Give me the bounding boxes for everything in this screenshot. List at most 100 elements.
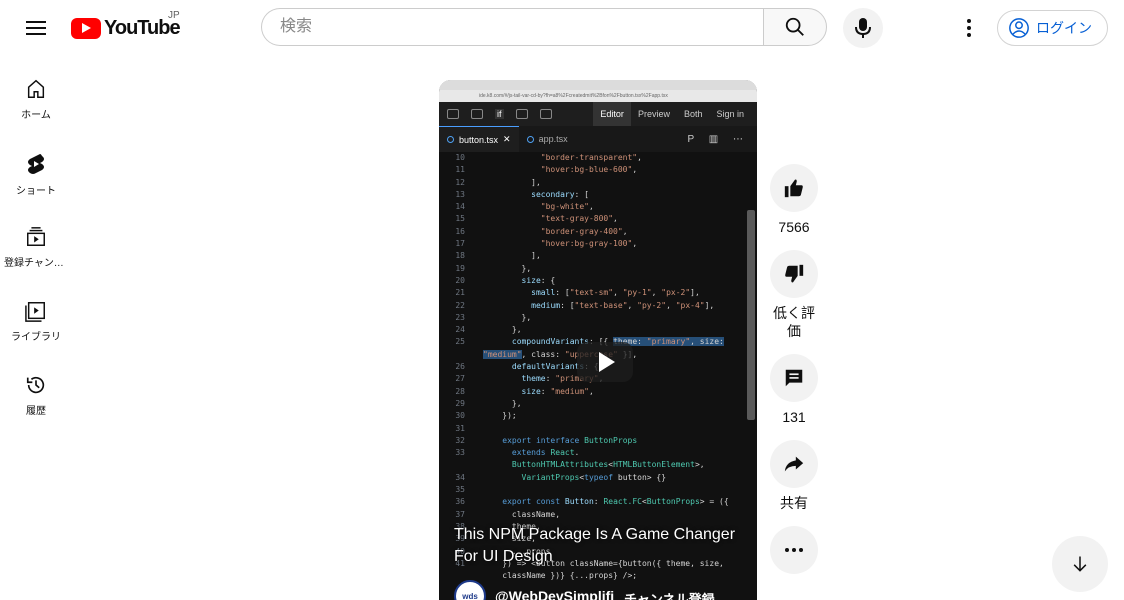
line-number: 33	[455, 448, 465, 458]
sidebar-item-subscriptions[interactable]: 登録チャンネル	[0, 212, 72, 286]
line-number: 36	[455, 497, 465, 507]
sign-in-tab: Sign in	[716, 109, 744, 119]
top-bar: YouTube JP ログイン	[0, 0, 1124, 56]
play-button[interactable]	[577, 342, 633, 382]
sidebar-item-shorts[interactable]: ショート	[0, 138, 72, 212]
code-line: 31	[439, 423, 745, 435]
editor-actions-icon: P ▥ ⋯	[687, 133, 749, 145]
thumbs-up-icon	[784, 179, 803, 198]
file-tabs: button.tsx ✕ app.tsx P ▥ ⋯	[439, 126, 757, 152]
code-line: ButtonHTMLAttributes<HTMLButtonElement>,	[439, 459, 745, 471]
code-line: 23 },	[439, 312, 745, 324]
video-title: This NPM Package Is A Game Changer For U…	[454, 526, 736, 565]
sidebar-item-home[interactable]: ホーム	[0, 64, 72, 138]
sidebar: ホーム ショート 登録チャンネル ライブラリ 履歴	[0, 64, 72, 434]
line-number: 21	[455, 288, 465, 298]
code-line: 22 medium: ["text-base", "py-2", "px-4"]…	[439, 300, 745, 312]
sidebar-item-label: ホーム	[21, 110, 51, 121]
code-text: ],	[483, 251, 541, 261]
code-text: secondary: [	[531, 189, 589, 199]
file-tab-label: app.tsx	[538, 134, 568, 144]
react-icon	[447, 136, 454, 143]
settings-more-button[interactable]	[953, 12, 985, 44]
library-icon	[25, 302, 45, 322]
code-text: },	[483, 325, 522, 335]
dislike-button[interactable]	[770, 250, 818, 298]
code-text: "hover:bg-blue-600",	[540, 165, 638, 175]
line-number: 26	[455, 362, 465, 372]
code-text: "hover:bg-gray-100",	[540, 239, 638, 249]
like-button[interactable]	[770, 164, 818, 212]
comments-action: 131	[768, 354, 820, 426]
line-number: 27	[455, 374, 465, 384]
dislike-action: 低く評価	[768, 250, 820, 340]
like-action: 7566	[768, 164, 820, 236]
microphone-icon	[855, 18, 871, 38]
sidebar-item-label: 履歴	[26, 406, 46, 417]
more-action	[768, 526, 820, 574]
browser-chrome: ide.k8.com/#/js-tail-var-cd-by?fh=a8%2Fc…	[439, 80, 757, 102]
code-text: "border-transparent",	[540, 153, 642, 162]
code-line: 29 },	[439, 398, 745, 410]
search-box	[261, 8, 763, 46]
browser-address: ide.k8.com/#/js-tail-var-cd-by?fh=a8%2Fc…	[479, 93, 668, 99]
react-icon	[526, 135, 534, 143]
code-line: 11 "hover:bg-blue-600",	[439, 164, 745, 176]
line-number: 31	[455, 423, 465, 433]
code-text: ],	[483, 177, 541, 187]
line-number: 10	[455, 153, 465, 162]
code-line: 10 "border-transparent",	[439, 152, 745, 164]
channel-avatar: wds	[454, 580, 486, 600]
like-count: 7566	[778, 219, 810, 235]
code-line: 28 size: "medium",	[439, 386, 745, 398]
sidebar-item-history[interactable]: 履歴	[0, 360, 72, 434]
code-text: medium: ["text-base", "py-2", "px-4"],	[531, 300, 715, 310]
dislike-label: 低く評価	[773, 305, 815, 339]
line-number: 22	[455, 300, 465, 310]
code-text: small: ["text-sm", "py-1", "px-2"],	[531, 288, 700, 298]
sidebar-item-library[interactable]: ライブラリ	[0, 286, 72, 360]
shorts-video-player[interactable]: ide.k8.com/#/js-tail-var-cd-by?fh=a8%2Fc…	[439, 80, 757, 600]
line-number: 24	[455, 325, 465, 335]
menu-icon[interactable]	[20, 12, 52, 44]
code-line: 34 VariantProps<typeof button> {}	[439, 472, 745, 484]
close-icon: ✕	[503, 134, 511, 144]
line-number: 11	[455, 165, 465, 175]
code-text: },	[483, 263, 532, 273]
code-line: 21 small: ["text-sm", "py-1", "px-2"],	[439, 287, 745, 299]
search-input[interactable]	[278, 17, 763, 37]
more-options-button[interactable]	[770, 526, 818, 574]
search-button[interactable]	[763, 8, 827, 46]
code-line: 19 },	[439, 263, 745, 275]
line-number: 32	[455, 435, 465, 445]
line-number: 16	[455, 226, 465, 236]
line-number: 35	[455, 485, 465, 495]
share-button[interactable]	[770, 440, 818, 488]
code-line: 33 extends React.	[439, 447, 745, 459]
youtube-logo[interactable]: YouTube JP	[71, 10, 181, 41]
save-icon	[471, 109, 483, 119]
subscriptions-icon	[27, 227, 45, 246]
code-line: 20 size: {	[439, 275, 745, 287]
search-icon	[785, 17, 804, 36]
preview-tab: Preview	[637, 109, 670, 119]
voice-search-button[interactable]	[843, 8, 883, 48]
login-button[interactable]: ログイン	[997, 10, 1108, 46]
code-line: 30 });	[439, 410, 745, 422]
line-number: 13	[455, 189, 465, 199]
subscribe-button[interactable]: チャンネル登録	[624, 589, 715, 600]
arrow-down-icon	[1073, 556, 1087, 572]
more-horiz-icon	[785, 548, 803, 552]
thumbs-down-icon	[785, 264, 804, 283]
next-video-button[interactable]	[1052, 536, 1108, 592]
code-text: className })} {...props} />;	[483, 571, 638, 581]
code-text: "border-gray-400",	[540, 226, 628, 236]
code-text: "bg-white",	[540, 202, 594, 212]
more-vert-icon	[967, 19, 971, 37]
line-number: 19	[455, 263, 465, 273]
shorts-actions: 7566 低く評価 131 共有	[768, 164, 820, 588]
code-line: 24 },	[439, 324, 745, 336]
channel-info[interactable]: wds @WebDevSimplifi	[454, 580, 614, 600]
line-number: 18	[455, 251, 465, 261]
comments-button[interactable]	[770, 354, 818, 402]
